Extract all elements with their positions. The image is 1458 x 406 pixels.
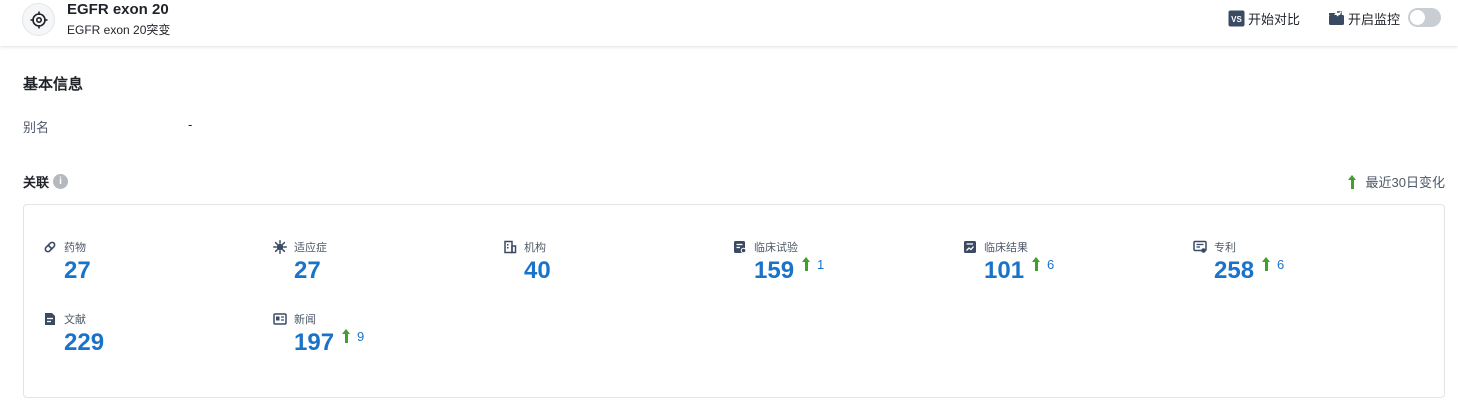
relation-count[interactable]: 229 [64,329,104,357]
info-icon[interactable]: i [53,174,69,189]
monitor-icon [1328,11,1345,26]
relation-label: 新闻 [294,314,316,326]
start-compare-button[interactable]: VS 开始对比 [1228,9,1300,28]
start-compare-label: 开始对比 [1248,12,1301,27]
relations-heading: 关联 i [23,172,69,191]
document-icon [43,312,57,326]
relation-patents[interactable]: 专利 258 6 [1193,239,1284,285]
clinical-result-icon [963,240,977,254]
increase-arrow-icon [802,257,811,271]
relation-change: 6 [1262,257,1284,272]
relation-count[interactable]: 40 [524,257,551,285]
relation-count[interactable]: 27 [294,257,321,285]
relation-count[interactable]: 101 [984,257,1024,285]
news-icon [273,312,287,326]
relation-change-value: 6 [1047,257,1055,272]
relation-count[interactable]: 258 [1214,257,1254,285]
target-icon [22,3,55,36]
relation-label: 文献 [64,314,86,326]
svg-text:VS: VS [1231,15,1242,24]
enable-monitor-label: 开启监控 [1348,12,1401,27]
virus-icon [273,240,287,254]
increase-arrow-icon [1032,257,1041,271]
relation-organizations[interactable]: 机构 40 [503,239,551,285]
relation-count[interactable]: 159 [754,257,794,285]
relation-change-value: 9 [357,329,365,344]
relation-label: 机构 [524,242,546,254]
relation-literature[interactable]: 文献 229 [43,311,104,357]
page-subtitle: EGFR exon 20突变 [67,23,171,37]
relation-change: 6 [1032,257,1054,272]
relations-card: 药物 27 适应症 27 机构 40 临床试验 159 1 临床结果 101 6… [23,204,1445,398]
building-icon [503,240,517,254]
relation-clinical-trials[interactable]: 临床试验 159 1 [733,239,824,285]
relation-change-value: 6 [1277,257,1285,272]
relation-change: 9 [342,329,364,344]
relation-count[interactable]: 27 [64,257,91,285]
page-header: EGFR exon 20 EGFR exon 20突变 VS 开始对比 开启监控 [0,0,1458,46]
relation-drugs[interactable]: 药物 27 [43,239,91,285]
compare-vs-icon: VS [1228,10,1245,27]
relation-label: 药物 [64,242,86,254]
relations-heading-label: 关联 [23,175,50,190]
relation-change-value: 1 [817,257,825,272]
page-title: EGFR exon 20 [67,1,169,18]
change-legend: 最近30日变化 [1347,172,1445,191]
relation-change: 1 [802,257,824,272]
pill-icon [43,240,57,254]
relation-label: 专利 [1214,242,1236,254]
basic-info-heading: 基本信息 [23,76,84,93]
relation-indications[interactable]: 适应症 27 [273,239,327,285]
toggle-knob [1410,10,1425,25]
relation-count[interactable]: 197 [294,329,334,357]
clinical-trial-icon [733,240,747,254]
change-legend-label: 最近30日变化 [1365,175,1445,190]
enable-monitor-control[interactable]: 开启监控 [1328,9,1400,28]
relation-label: 适应症 [294,242,327,254]
increase-arrow-icon [1262,257,1271,271]
alias-value: - [188,117,193,132]
relation-clinical-results[interactable]: 临床结果 101 6 [963,239,1054,285]
relation-news[interactable]: 新闻 197 9 [273,311,364,357]
monitor-toggle-switch[interactable] [1408,8,1441,27]
relation-label: 临床结果 [984,242,1028,254]
patent-icon [1193,240,1207,254]
alias-label: 别名 [23,120,50,135]
relation-label: 临床试验 [754,242,798,254]
increase-arrow-icon [1347,174,1357,189]
increase-arrow-icon [342,329,351,343]
